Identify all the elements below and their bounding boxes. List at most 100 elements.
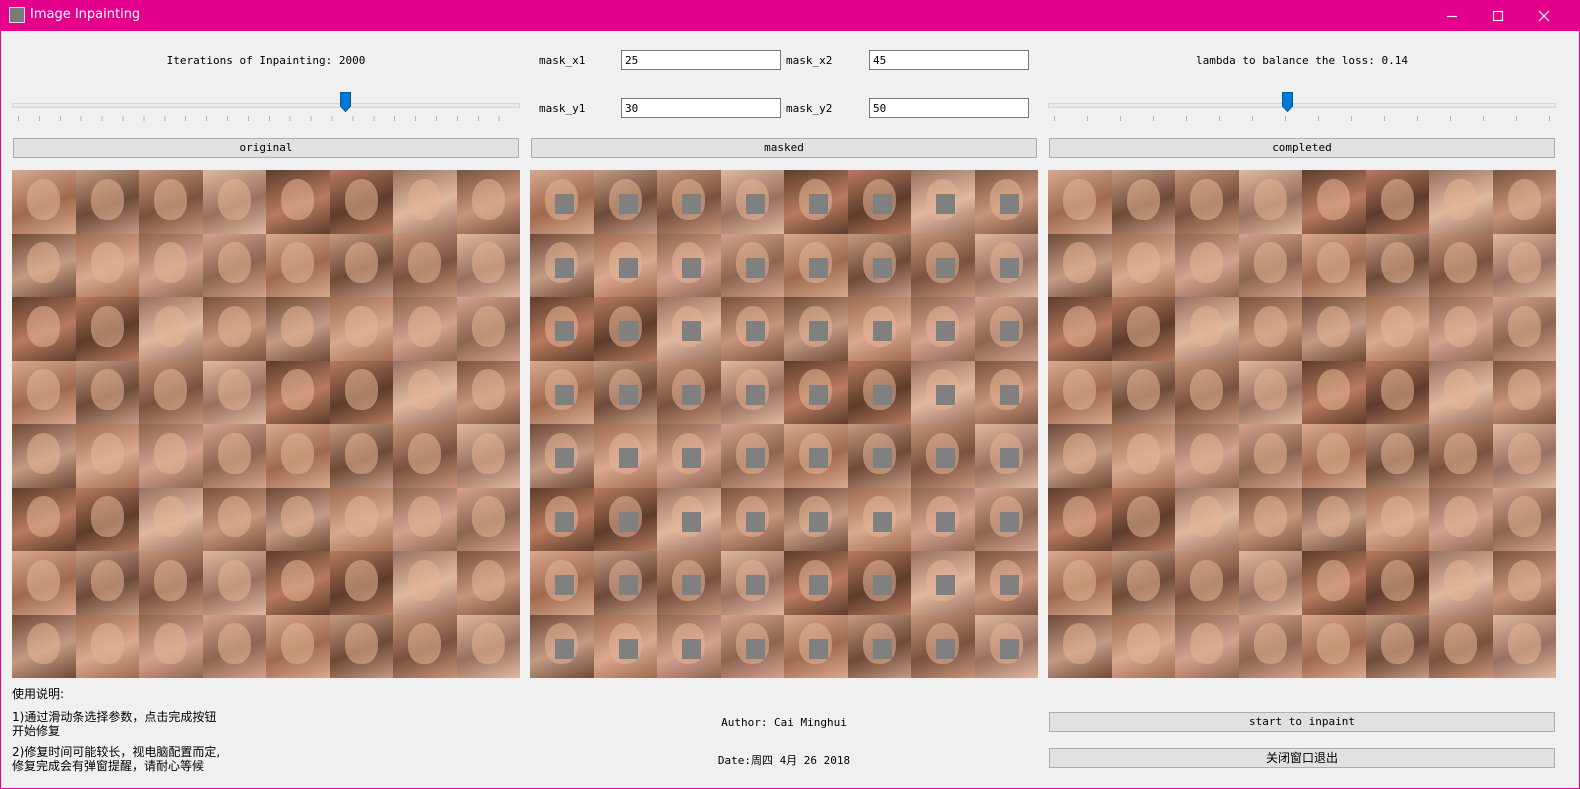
face-image: [911, 297, 975, 361]
mask-patch: [555, 575, 574, 595]
face-image: [139, 424, 203, 488]
face-image: [720, 551, 784, 615]
instruction-1-line-1: 1)通过滑动条选择参数，点击完成按钮: [12, 710, 217, 724]
mask-patch: [618, 575, 638, 595]
face-image: [202, 551, 266, 615]
face-image: [456, 487, 520, 551]
completed-button[interactable]: completed: [1049, 138, 1555, 158]
lambda-slider[interactable]: [1048, 92, 1556, 126]
face-image: [266, 614, 330, 678]
face-image: [1048, 551, 1112, 615]
mask-patch: [618, 448, 638, 468]
face-image: [1302, 297, 1366, 361]
face-image: [1302, 551, 1366, 615]
face-image: [329, 233, 393, 297]
close-button[interactable]: [1521, 0, 1567, 31]
face-image: [720, 360, 784, 424]
mask-patch: [936, 257, 955, 278]
face-image: [1365, 551, 1429, 615]
face-image: [1429, 424, 1493, 488]
mask-patch: [872, 384, 892, 405]
face-image: [139, 170, 203, 234]
face-image: [1175, 170, 1239, 234]
mask-patch: [936, 194, 955, 214]
face-image: [911, 487, 975, 551]
face-image: [1111, 424, 1175, 488]
mask-patch: [682, 575, 701, 595]
slider-thumb[interactable]: [1282, 92, 1293, 112]
face-image: [1302, 487, 1366, 551]
mask-patch: [936, 638, 955, 659]
face-image: [1365, 233, 1429, 297]
face-image: [720, 297, 784, 361]
mask-patch: [809, 575, 828, 595]
face-image: [75, 297, 139, 361]
face-image: [657, 614, 721, 678]
face-image: [139, 487, 203, 551]
face-image: [974, 233, 1038, 297]
face-image: [1238, 170, 1302, 234]
face-image: [911, 233, 975, 297]
face-image: [202, 614, 266, 678]
mask-x2-label: mask_x2: [786, 54, 833, 67]
iterations-slider[interactable]: [12, 92, 520, 126]
mask-patch: [809, 257, 828, 278]
face-image: [593, 614, 657, 678]
face-image: [1492, 487, 1556, 551]
window-title: Image Inpainting: [30, 7, 141, 22]
mask-x1-input[interactable]: [621, 50, 781, 70]
mask-y1-input[interactable]: [621, 98, 781, 118]
minimize-button[interactable]: [1429, 0, 1475, 31]
face-image: [266, 360, 330, 424]
face-image: [1492, 424, 1556, 488]
face-image: [393, 551, 457, 615]
face-image: [847, 614, 911, 678]
face-image: [1302, 614, 1366, 678]
maximize-button[interactable]: [1475, 0, 1521, 31]
close-icon: [1538, 10, 1550, 21]
face-image: [1238, 233, 1302, 297]
face-image: [784, 551, 848, 615]
face-image: [1492, 360, 1556, 424]
face-image: [1175, 424, 1239, 488]
face-image: [202, 360, 266, 424]
face-image: [1429, 233, 1493, 297]
mask-patch: [936, 575, 955, 595]
slider-ticks: [18, 116, 514, 121]
mask-patch: [999, 575, 1019, 595]
title-bar: Image Inpainting: [0, 0, 1580, 31]
face-image: [530, 360, 594, 424]
mask-patch: [555, 448, 574, 468]
face-image: [1175, 297, 1239, 361]
app-icon: [9, 7, 25, 23]
face-image: [1048, 170, 1112, 234]
face-image: [1111, 487, 1175, 551]
face-image: [530, 614, 594, 678]
slider-thumb[interactable]: [340, 92, 351, 112]
exit-button[interactable]: 关闭窗口退出: [1049, 748, 1555, 768]
start-inpaint-button[interactable]: start to inpaint: [1049, 712, 1555, 732]
mask-y2-input[interactable]: [869, 98, 1029, 118]
face-image: [974, 297, 1038, 361]
face-image: [593, 424, 657, 488]
face-image: [75, 170, 139, 234]
face-image: [329, 487, 393, 551]
mask-patch: [618, 638, 638, 659]
face-image: [202, 233, 266, 297]
face-image: [1492, 170, 1556, 234]
face-image: [784, 297, 848, 361]
masked-button[interactable]: masked: [531, 138, 1037, 158]
face-image: [847, 233, 911, 297]
mask-patch: [745, 575, 765, 595]
mask-x2-input[interactable]: [869, 50, 1029, 70]
mask-patch: [872, 511, 892, 532]
face-image: [12, 487, 76, 551]
face-image: [456, 170, 520, 234]
face-image: [266, 233, 330, 297]
instruction-2-line-1: 2)修复时间可能较长，视电脑配置而定,: [12, 745, 221, 759]
mask-x1-label: mask_x1: [539, 54, 586, 67]
face-image: [75, 614, 139, 678]
face-image: [974, 170, 1038, 234]
mask-patch: [745, 384, 765, 405]
original-button[interactable]: original: [13, 138, 519, 158]
